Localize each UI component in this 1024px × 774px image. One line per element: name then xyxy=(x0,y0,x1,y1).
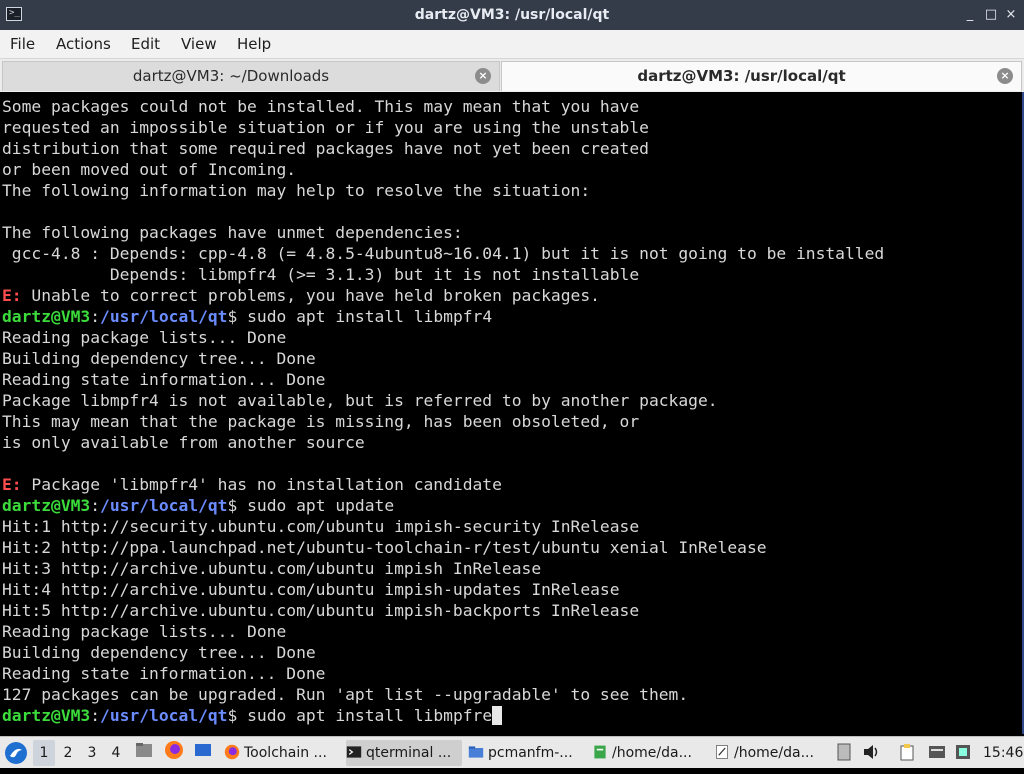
clipboard-icon[interactable] xyxy=(898,743,916,769)
output-line: or been moved out of Incoming. xyxy=(2,160,297,179)
tab-label: dartz@VM3: ~/Downloads xyxy=(132,67,330,85)
taskbar: 1 2 3 4 Toolchain ... qterminal ... pcma… xyxy=(0,736,1024,768)
output-line: Building dependency tree... Done xyxy=(2,349,316,368)
close-window-button[interactable]: × xyxy=(1003,7,1019,23)
prompt-path: /usr/local/qt xyxy=(100,496,228,515)
task-label: qterminal ... xyxy=(366,745,452,761)
clock[interactable]: 15:46 xyxy=(983,740,1023,766)
command-text: sudo apt install libmpfre xyxy=(237,706,493,725)
menu-file[interactable]: File xyxy=(10,30,35,59)
firefox-icon xyxy=(224,744,240,760)
menu-actions[interactable]: Actions xyxy=(56,30,111,59)
start-menu-icon[interactable] xyxy=(4,741,28,767)
prompt-user-host: dartz@VM3 xyxy=(2,706,91,725)
output-line: Depends: libmpfr4 (>= 3.1.3) but it is n… xyxy=(2,265,640,284)
prompt-user-host: dartz@VM3 xyxy=(2,307,91,326)
prompt-line: dartz@VM3:/usr/local/qt$ sudo apt instal… xyxy=(2,307,493,326)
file-manager-launcher-icon[interactable] xyxy=(134,740,154,766)
error-text: Package 'libmpfr4' has no installation c… xyxy=(21,475,502,494)
output-line: Hit:5 http://archive.ubuntu.com/ubuntu i… xyxy=(2,601,640,620)
error-text: Unable to correct problems, you have hel… xyxy=(21,286,600,305)
prompt-path: /usr/local/qt xyxy=(100,706,228,725)
error-line: E: Package 'libmpfr4' has no installatio… xyxy=(2,474,502,495)
prompt-line: dartz@VM3:/usr/local/qt$ sudo apt update xyxy=(2,496,395,515)
window-title: dartz@VM3: /usr/local/qt xyxy=(414,7,610,23)
output-line: 127 packages can be upgraded. Run 'apt l… xyxy=(2,685,689,704)
window-titlebar[interactable]: >_ dartz@VM3: /usr/local/qt _ □ × xyxy=(0,0,1024,30)
output-line: The following information may help to re… xyxy=(2,181,591,200)
task-qterminal[interactable]: qterminal ... xyxy=(346,740,462,766)
maximize-button[interactable]: □ xyxy=(983,7,999,23)
workspace-3[interactable]: 3 xyxy=(81,740,103,766)
task-pcmanfm[interactable]: pcmanfm-... xyxy=(468,740,586,766)
task-home-file[interactable]: /home/da... xyxy=(592,740,708,766)
text-editor-icon xyxy=(716,745,728,759)
task-label: /home/da... xyxy=(734,745,814,761)
menu-view[interactable]: View xyxy=(181,30,217,59)
output-line: Hit:4 http://archive.ubuntu.com/ubuntu i… xyxy=(2,580,620,599)
task-label: Toolchain ... xyxy=(244,745,327,761)
workspace-4[interactable]: 4 xyxy=(105,740,127,766)
task-label: pcmanfm-... xyxy=(488,745,573,761)
output-line: This may mean that the package is missin… xyxy=(2,412,640,431)
prompt-user-host: dartz@VM3 xyxy=(2,496,91,515)
output-line: gcc-4.8 : Depends: cpp-4.8 (= 4.8.5-4ubu… xyxy=(2,244,885,263)
command-text: sudo apt install libmpfr4 xyxy=(237,307,493,326)
text-cursor xyxy=(492,706,503,725)
keyboard-icon[interactable] xyxy=(928,743,946,769)
minimize-button[interactable]: _ xyxy=(962,7,978,23)
output-line: Reading package lists... Done xyxy=(2,622,287,641)
output-line: Hit:3 http://archive.ubuntu.com/ubuntu i… xyxy=(2,559,542,578)
output-line: distribution that some required packages… xyxy=(2,139,649,158)
close-tab-icon[interactable]: × xyxy=(475,68,491,84)
error-line: E: Unable to correct problems, you have … xyxy=(2,285,600,306)
output-line: is only available from another source xyxy=(2,433,365,452)
prompt-symbol: $ xyxy=(227,496,238,515)
prompt-line: dartz@VM3:/usr/local/qt$ sudo apt instal… xyxy=(2,705,503,726)
task-home-editor[interactable]: /home/da... xyxy=(714,740,830,766)
workspace-1[interactable]: 1 xyxy=(33,740,55,766)
command-text: sudo apt update xyxy=(237,496,395,515)
task-label: /home/da... xyxy=(612,745,692,761)
task-toolchain[interactable]: Toolchain ... xyxy=(224,740,342,766)
output-line: Hit:2 http://ppa.launchpad.net/ubuntu-to… xyxy=(2,538,767,557)
tab-bar: dartz@VM3: ~/Downloads × dartz@VM3: /usr… xyxy=(0,59,1024,92)
volume-icon[interactable] xyxy=(862,742,882,768)
close-tab-icon[interactable]: × xyxy=(997,68,1013,84)
network-icon[interactable] xyxy=(954,743,972,769)
folder-icon xyxy=(468,746,484,758)
menu-help[interactable]: Help xyxy=(237,30,271,59)
terminal-icon xyxy=(346,746,362,758)
tab-downloads[interactable]: dartz@VM3: ~/Downloads × xyxy=(2,61,500,91)
firefox-launcher-icon[interactable] xyxy=(164,740,184,766)
output-line: Reading package lists... Done xyxy=(2,328,287,347)
error-prefix: E: xyxy=(2,475,22,494)
output-line: Building dependency tree... Done xyxy=(2,643,316,662)
output-line: The following packages have unmet depend… xyxy=(2,223,463,242)
tab-label: dartz@VM3: /usr/local/qt xyxy=(637,67,846,85)
output-line: Package libmpfr4 is not available, but i… xyxy=(2,391,718,410)
output-line: requested an impossible situation or if … xyxy=(2,118,649,137)
output-line: Hit:1 http://security.ubuntu.com/ubuntu … xyxy=(2,517,640,536)
output-line: Reading state information... Done xyxy=(2,370,326,389)
output-line: Some packages could not be installed. Th… xyxy=(2,97,640,116)
tab-usr-local-qt[interactable]: dartz@VM3: /usr/local/qt × xyxy=(501,61,1022,91)
prompt-symbol: $ xyxy=(227,706,238,725)
prompt-symbol: $ xyxy=(227,307,238,326)
error-prefix: E: xyxy=(2,286,22,305)
workspace-2[interactable]: 2 xyxy=(57,740,79,766)
output-line: Reading state information... Done xyxy=(2,664,326,683)
show-desktop-icon[interactable] xyxy=(193,740,213,766)
menu-bar: File Actions Edit View Help xyxy=(0,30,1024,59)
prompt-path: /usr/local/qt xyxy=(100,307,228,326)
file-icon xyxy=(594,745,606,759)
menu-edit[interactable]: Edit xyxy=(131,30,160,59)
removable-media-icon[interactable] xyxy=(836,743,852,769)
terminal-output[interactable]: Some packages could not be installed. Th… xyxy=(0,92,1024,734)
